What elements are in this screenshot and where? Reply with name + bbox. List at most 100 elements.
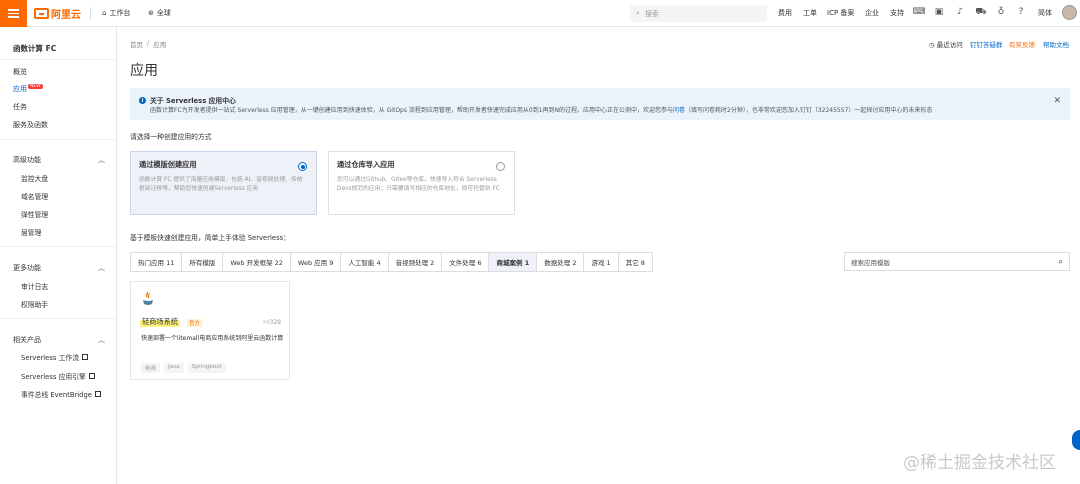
region-selector[interactable]: ⊛ 全球 <box>148 8 171 18</box>
top-link-icp[interactable]: ICP 备案 <box>827 8 854 18</box>
top-link-tickets[interactable]: 工单 <box>803 8 817 18</box>
way-description: 函数计算 FC 提供了海量应用模版，包括 AI、音视频处理、传统框架迁移等，帮助… <box>139 177 303 192</box>
top-bar: 阿里云 ⌂ 工作台 ⊛ 全球 ⌕ 搜索 费用 工单 ICP 备案 企业 支持 ⌨… <box>0 0 1080 27</box>
breadcrumb-separator: / <box>147 39 150 47</box>
sidebar-item-audit[interactable]: 审计日志 <box>21 281 48 291</box>
clock-icon: ◷ <box>929 41 935 49</box>
tab-data[interactable]: 数据处理 2 <box>537 253 585 271</box>
home-icon: ⌂ <box>102 9 107 17</box>
global-search-input[interactable]: ⌕ 搜索 <box>630 5 767 22</box>
divider <box>0 59 116 60</box>
import-from-repo-card[interactable]: 通过仓库导入应用 您可以通过Github、Gitee等仓库，快速导入符合 Ser… <box>328 151 515 215</box>
top-link-enterprise[interactable]: 企业 <box>865 8 879 18</box>
breadcrumb: 首页 / 应用 <box>130 39 166 49</box>
top-link-support[interactable]: 支持 <box>890 8 904 18</box>
new-badge: NEW <box>28 84 43 89</box>
feedback-link[interactable]: 有奖反馈 <box>1009 39 1035 49</box>
search-icon: ⌕ <box>636 9 640 17</box>
bell-icon[interactable]: ♪ <box>955 7 965 17</box>
sidebar-item-eventbridge[interactable]: 事件总线 EventBridge <box>21 389 101 399</box>
tab-files[interactable]: 文件处理 6 <box>442 253 490 271</box>
external-link-icon <box>82 354 88 360</box>
close-icon[interactable]: ✕ <box>1053 96 1061 106</box>
watermark: @稀土掘金技术社区 <box>903 453 1056 473</box>
survey-link[interactable]: 问卷 <box>673 107 685 114</box>
template-name: 轻商场系统 <box>140 317 180 327</box>
logo[interactable]: 阿里云 <box>34 6 81 21</box>
info-banner: i 关于 Serverless 应用中心 函数计算FC为开发者提供一站式 Ser… <box>130 88 1070 120</box>
divider <box>0 318 116 319</box>
language-selector[interactable]: 简体 <box>1038 8 1052 18</box>
tab-web-apps[interactable]: Web 应用 9 <box>291 253 342 271</box>
sidebar-item-domains[interactable]: 域名管理 <box>21 191 48 201</box>
page-title: 应用 <box>130 63 158 79</box>
create-method-label: 请选择一种创建应用的方式 <box>130 133 212 141</box>
tab-games[interactable]: 游戏 1 <box>584 253 619 271</box>
tab-all[interactable]: 所有模版 <box>182 253 224 271</box>
way-title: 通过模版创建应用 <box>139 160 197 169</box>
aliyun-logo-icon <box>34 8 49 19</box>
tab-media[interactable]: 音视频处理 2 <box>389 253 443 271</box>
chevron-up-icon: ︿ <box>98 156 105 164</box>
tab-ecommerce[interactable]: 商城案例 1 <box>489 253 538 271</box>
info-title: 关于 Serverless 应用中心 <box>150 97 236 105</box>
menu-icon[interactable] <box>0 0 27 27</box>
sidebar-group-related[interactable]: 相关产品 ︿ <box>13 335 105 345</box>
image-icon[interactable]: ▣ <box>934 7 944 17</box>
sidebar-item-serverless-workflow[interactable]: Serverless 工作流 <box>21 352 88 362</box>
way-title: 通过仓库导入应用 <box>337 160 395 169</box>
sidebar-title: 函数计算 FC <box>13 44 57 53</box>
sidebar-item-label: 应用 <box>13 85 27 93</box>
tab-web-framework[interactable]: Web 开发框架 22 <box>223 253 291 271</box>
create-from-template-card[interactable]: 通过模版创建应用 函数计算 FC 提供了海量应用模版，包括 AI、音视频处理、传… <box>130 151 317 215</box>
sidebar-item-services[interactable]: 服务及函数 <box>13 120 48 130</box>
help-docs-link[interactable]: 帮助文档 <box>1043 39 1069 49</box>
template-search-input[interactable]: 搜索应用模版 ⌕ <box>844 252 1070 271</box>
avatar[interactable] <box>1062 5 1077 20</box>
chevron-up-icon: ︿ <box>98 264 105 272</box>
radio-template[interactable] <box>298 162 307 171</box>
sidebar-item-sae[interactable]: Serverless 应用引擎 <box>21 371 95 381</box>
lightbulb-icon[interactable]: ♁ <box>996 7 1006 17</box>
divider <box>0 246 116 247</box>
template-card[interactable]: 轻商场系统 官方 👍︎329 快速部署一个litemall电商应用系统到阿里云函… <box>130 281 290 380</box>
tab-hot[interactable]: 热门应用 11 <box>131 253 183 271</box>
top-link-fees[interactable]: 费用 <box>778 8 792 18</box>
info-icon: i <box>139 97 146 104</box>
template-category-tabs: 热门应用 11 所有模版 Web 开发框架 22 Web 应用 9 人工智能 4… <box>130 252 653 272</box>
info-description: 函数计算FC为开发者提供一站式 Serverless 应用管理，从一键创建应用到… <box>150 107 933 114</box>
recent-visits-link[interactable]: ◷ 最近访问 <box>929 39 963 49</box>
sidebar-item-scaling[interactable]: 弹性管理 <box>21 209 48 219</box>
cart-icon[interactable]: ⛟ <box>975 7 986 17</box>
divider <box>0 139 116 140</box>
breadcrumb-current: 应用 <box>153 41 167 49</box>
radio-repo[interactable] <box>496 162 505 171</box>
globe-icon: ⊛ <box>148 9 154 17</box>
likes-count: 👍︎329 <box>263 319 281 326</box>
external-link-icon <box>94 391 101 397</box>
sidebar-group-more[interactable]: 更多功能 ︿ <box>13 263 105 273</box>
sidebar-item-apps[interactable]: 应用 NEW <box>13 84 43 94</box>
search-icon[interactable]: ⌕ <box>1059 257 1063 267</box>
sidebar-item-monitor[interactable]: 监控大盘 <box>21 173 48 183</box>
help-icon[interactable]: ? <box>1016 7 1026 17</box>
external-link-icon <box>88 373 95 379</box>
sidebar-group-advanced[interactable]: 高级功能 ︿ <box>13 155 105 165</box>
terminal-icon[interactable]: ⌨ <box>913 7 926 17</box>
tag: Springboot <box>187 363 226 373</box>
tag: 电商 <box>141 363 161 373</box>
sidebar-item-layers[interactable]: 层管理 <box>21 227 41 237</box>
tab-other[interactable]: 其它 8 <box>619 253 652 271</box>
official-badge: 官方 <box>187 319 203 327</box>
sidebar-item-tasks[interactable]: 任务 <box>13 102 27 112</box>
breadcrumb-home[interactable]: 首页 <box>130 39 143 49</box>
floating-help-button[interactable] <box>1072 430 1080 450</box>
sidebar: 函数计算 FC 概览 应用 NEW 任务 服务及函数 高级功能 ︿ 监控大盘 域名… <box>0 27 117 484</box>
sidebar-item-overview[interactable]: 概览 <box>13 67 27 77</box>
dingtalk-group-link[interactable]: 钉钉答疑群 <box>970 39 1003 49</box>
sidebar-item-permissions[interactable]: 权限助手 <box>21 299 48 309</box>
template-description: 快速部署一个litemall电商应用系统到阿里云函数计算 <box>141 335 284 342</box>
template-section-label: 基于模板快速创建应用，简单上手体验 Serverless： <box>130 234 290 242</box>
tab-ai[interactable]: 人工智能 4 <box>341 253 389 271</box>
workbench-link[interactable]: ⌂ 工作台 <box>102 8 130 18</box>
